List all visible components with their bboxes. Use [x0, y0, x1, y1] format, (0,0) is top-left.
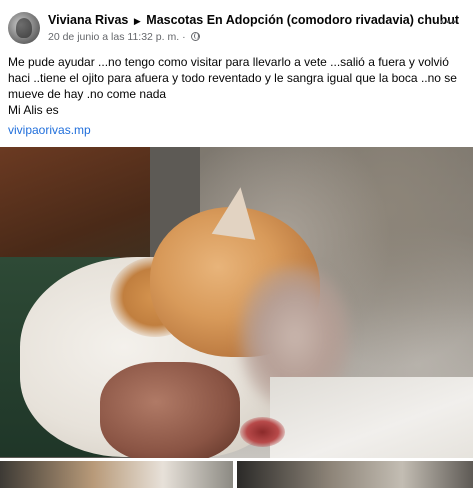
photo-cat-ear [211, 184, 263, 240]
post-timestamp[interactable]: 20 de junio a las 11:32 p. m. [48, 31, 179, 43]
photo-hand [100, 362, 240, 458]
photo-thumbnails [0, 461, 473, 488]
more-options-icon: ··· [439, 14, 459, 31]
photo-cloth [270, 377, 473, 458]
post-text-paragraph: Me pude ayudar ...no tengo como visitar … [8, 55, 457, 101]
post-header: Viviana Rivas ▶ Mascotas En Adopción (co… [8, 12, 465, 46]
group-name[interactable]: Mascotas En Adopción (comodoro rivadavia… [146, 13, 459, 27]
facebook-post: Viviana Rivas ▶ Mascotas En Adopción (co… [0, 0, 473, 488]
post-title: Viviana Rivas ▶ Mascotas En Adopción (co… [48, 13, 459, 27]
photo-thumbnail[interactable] [237, 461, 473, 488]
profile-link[interactable]: vivipaorivas.mp [8, 123, 91, 137]
photo-thumbnail[interactable] [0, 461, 233, 488]
post-photo[interactable] [0, 147, 473, 458]
photo-blood-spot [240, 417, 285, 447]
author-name[interactable]: Viviana Rivas [48, 13, 128, 27]
post-meta: 20 de junio a las 11:32 p. m. · [48, 31, 200, 43]
arrow-right-icon: ▶ [133, 16, 141, 26]
post-text-line: Mi Alis es [8, 103, 59, 117]
post-body: Me pude ayudar ...no tengo como visitar … [8, 54, 466, 118]
meta-separator: · [182, 31, 186, 43]
author-avatar[interactable] [8, 12, 40, 44]
globe-icon [190, 32, 200, 41]
more-options-button[interactable]: ··· [437, 14, 461, 36]
